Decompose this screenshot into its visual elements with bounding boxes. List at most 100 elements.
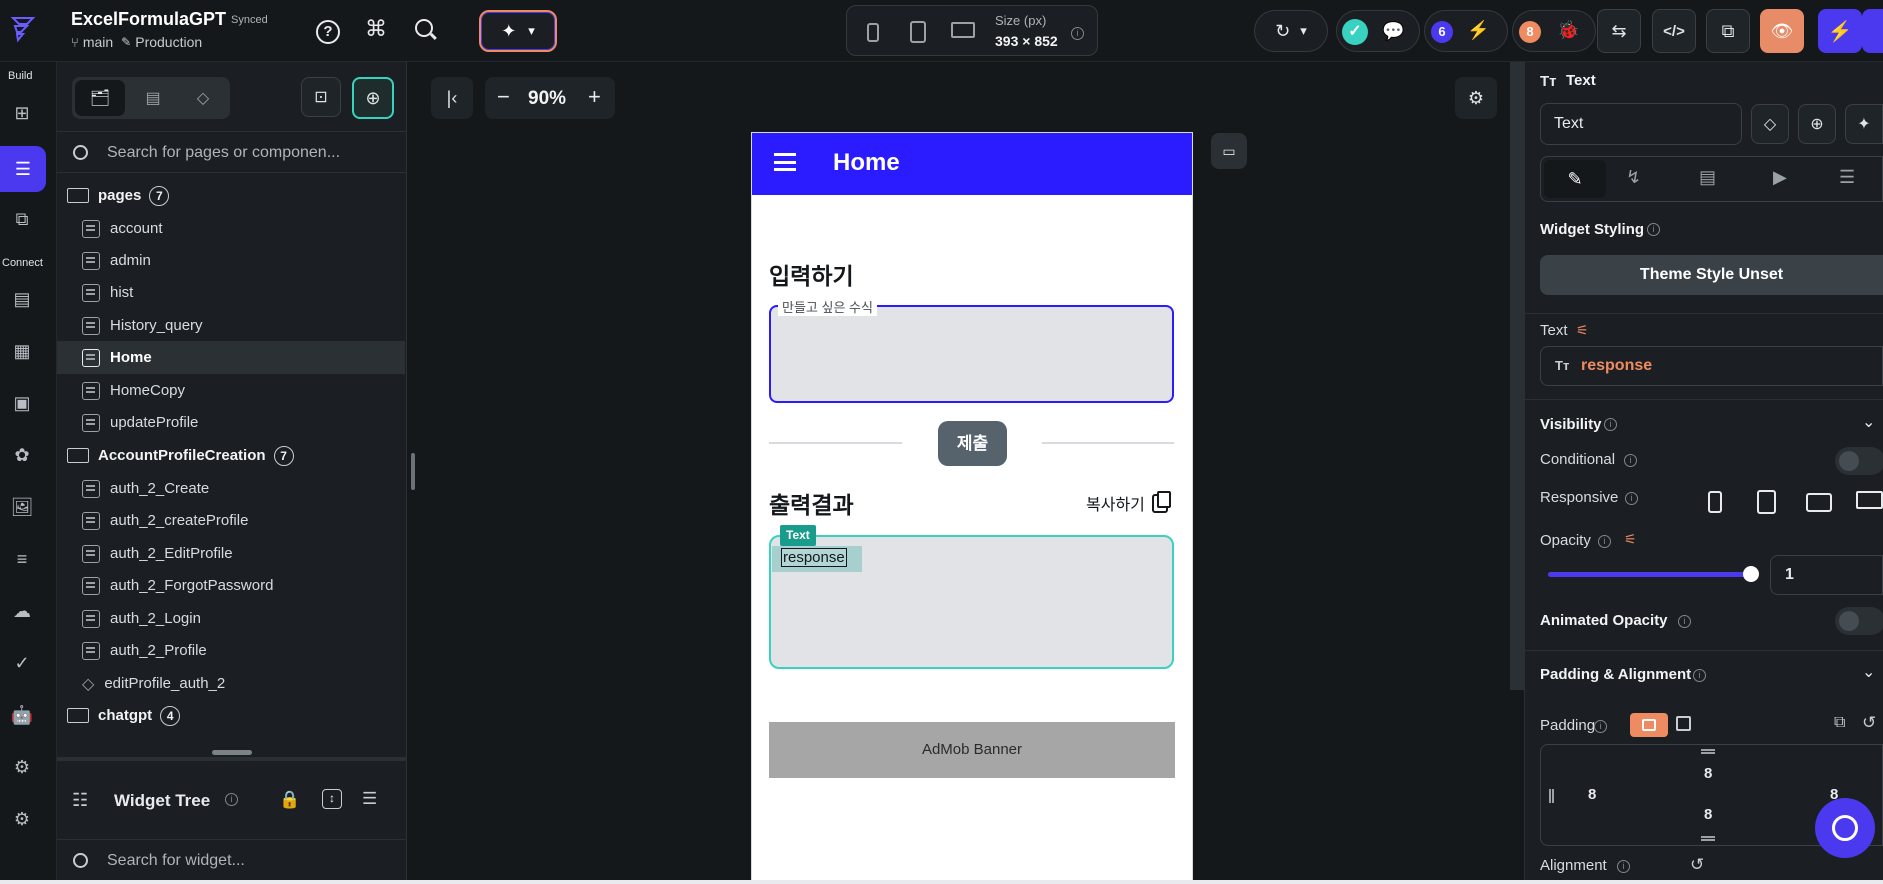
- ai-gen-dropdown[interactable]: ✦ ▾: [479, 10, 557, 52]
- convert-component-icon-button[interactable]: ⊕: [1798, 104, 1836, 144]
- animated-opacity-toggle[interactable]: [1835, 607, 1883, 635]
- ai-gen-icon-button[interactable]: ✦: [1845, 104, 1883, 144]
- custom-code-icon[interactable]: ≡: [7, 544, 37, 574]
- branch-name[interactable]: main: [83, 34, 113, 50]
- library-diamond-icon-button[interactable]: ◇: [1751, 104, 1789, 144]
- tests-icon[interactable]: ✓: [7, 648, 37, 678]
- page-item-hist[interactable]: hist: [57, 276, 407, 309]
- page-item-auth-editprofile[interactable]: auth_2_EditProfile: [57, 537, 407, 570]
- tablet-visibility-icon[interactable]: [1757, 490, 1776, 514]
- folder-pages[interactable]: pages 7: [57, 179, 407, 212]
- opacity-slider-thumb[interactable]: [1743, 566, 1759, 582]
- library-tab-icon[interactable]: ◇: [178, 80, 228, 116]
- canvas-settings-icon-button[interactable]: ⚙: [1455, 77, 1497, 119]
- text-value-field[interactable]: Tт response: [1540, 346, 1883, 386]
- help-icon[interactable]: ?: [316, 20, 340, 44]
- page-item-auth-create[interactable]: auth_2_Create: [57, 472, 407, 505]
- command-icon[interactable]: ⌘: [365, 16, 387, 42]
- canvas-scrollbar[interactable]: [1510, 62, 1524, 690]
- conditional-toggle[interactable]: [1835, 447, 1883, 475]
- copy-padding-icon[interactable]: ⧉: [1834, 714, 1845, 732]
- page-item-homecopy[interactable]: HomeCopy: [57, 374, 407, 407]
- tab-animations-icon[interactable]: ▶: [1773, 167, 1787, 188]
- padding-left-value[interactable]: 8: [1588, 786, 1596, 803]
- page-item-auth-login[interactable]: auth_2_Login: [57, 602, 407, 635]
- tab-actions-icon[interactable]: ↯: [1626, 167, 1641, 188]
- page-item-account[interactable]: account: [57, 212, 407, 245]
- components-tab-icon[interactable]: ▤: [128, 80, 178, 116]
- widget-name-input[interactable]: Text: [1540, 103, 1742, 145]
- response-text[interactable]: response: [781, 548, 847, 567]
- page-item-home[interactable]: Home: [57, 341, 405, 374]
- media-icon[interactable]: 🖼: [7, 492, 37, 522]
- page-item-history-query[interactable]: History_query: [57, 309, 407, 342]
- database-icon[interactable]: ▤: [7, 284, 37, 314]
- expand-collapse-icon[interactable]: ↕: [322, 789, 342, 809]
- bug-icon[interactable]: 🐞: [1557, 20, 1579, 41]
- panel-scrollbar[interactable]: [411, 453, 415, 490]
- phone-device-icon[interactable]: [867, 23, 879, 42]
- page-item-admin[interactable]: admin: [57, 244, 407, 277]
- add-widget-icon[interactable]: ⊞: [7, 98, 37, 128]
- api-calls-icon[interactable]: ▦: [7, 336, 37, 366]
- page-search-input[interactable]: Search for pages or componen...: [107, 144, 340, 162]
- folder-chatgpt[interactable]: chatgpt 4: [57, 699, 407, 732]
- opacity-value-input[interactable]: 1: [1770, 555, 1883, 595]
- flutterflow-logo-icon[interactable]: [9, 14, 39, 44]
- padding-top-value[interactable]: 8: [1704, 765, 1712, 782]
- layout-toggle-icon-button[interactable]: ▭: [1211, 133, 1247, 169]
- folder-accountprofilecreation[interactable]: AccountProfileCreation 7: [57, 439, 407, 472]
- tab-notes-icon[interactable]: ☰: [1839, 167, 1855, 188]
- theme-icon[interactable]: ✿: [7, 440, 37, 470]
- bind-variable-icon[interactable]: ⚟: [1576, 322, 1589, 339]
- cloud-icon[interactable]: ☁: [7, 596, 37, 626]
- lock-icon[interactable]: 🔒: [279, 790, 300, 810]
- open-external-icon-button[interactable]: ⧉: [1706, 9, 1750, 53]
- page-item-updateprofile[interactable]: updateProfile: [57, 406, 407, 439]
- padding-bottom-value[interactable]: 8: [1704, 806, 1712, 823]
- zoom-in-icon[interactable]: +: [588, 84, 601, 110]
- reset-alignment-icon[interactable]: ↺: [1690, 855, 1704, 875]
- agents-robot-icon[interactable]: 🤖: [7, 700, 37, 730]
- storyboard-icon[interactable]: ⧉: [7, 204, 37, 234]
- zoom-level[interactable]: 90%: [528, 88, 566, 110]
- check-status-icon[interactable]: ✓: [1342, 19, 1368, 45]
- tablet-landscape-visibility-icon[interactable]: [1806, 493, 1832, 512]
- support-chat-search-icon[interactable]: [1815, 798, 1875, 858]
- desktop-visibility-icon[interactable]: [1856, 491, 1883, 509]
- zoom-out-icon[interactable]: −: [497, 84, 510, 110]
- tab-backend-query-icon[interactable]: ▤: [1699, 167, 1716, 188]
- new-folder-icon-button[interactable]: ⊡: [301, 77, 341, 117]
- collapse-panel-icon-button[interactable]: |‹: [431, 77, 473, 119]
- padding-individual-icon[interactable]: [1676, 716, 1691, 731]
- size-value[interactable]: 393 × 852: [995, 33, 1058, 49]
- tablet-device-icon[interactable]: [910, 21, 926, 43]
- theme-style-button[interactable]: Theme Style Unset: [1540, 255, 1883, 295]
- integrations-icon[interactable]: ⚙: [7, 752, 37, 782]
- add-page-icon-button[interactable]: ⊕: [352, 77, 394, 119]
- app-state-icon[interactable]: ▣: [7, 388, 37, 418]
- panel-resize-handle[interactable]: [212, 750, 252, 755]
- lightning-list-icon[interactable]: ⚡: [1467, 20, 1489, 41]
- flow-icon-button[interactable]: ⇆: [1597, 9, 1641, 53]
- copy-icon[interactable]: [1157, 491, 1171, 508]
- run-lightning-icon-button[interactable]: ⚡: [1818, 9, 1862, 53]
- widget-search-input[interactable]: Search for widget...: [107, 852, 245, 870]
- more-icon-button[interactable]: [1862, 9, 1883, 53]
- tab-properties-icon[interactable]: ✎: [1544, 160, 1606, 198]
- chat-icon[interactable]: 💬: [1382, 21, 1404, 42]
- chevron-down-icon[interactable]: ⌄: [1862, 662, 1875, 682]
- page-item-auth-profile[interactable]: auth_2_Profile: [57, 634, 407, 667]
- padding-uniform-icon[interactable]: [1630, 713, 1668, 737]
- app-bar[interactable]: Home: [752, 133, 1192, 195]
- page-item-auth-createprofile[interactable]: auth_2_createProfile: [57, 504, 407, 537]
- submit-button[interactable]: 제출: [938, 421, 1007, 466]
- page-selector-icon[interactable]: ☰: [0, 146, 46, 192]
- chevron-down-icon[interactable]: ⌄: [1862, 412, 1875, 432]
- pages-tab-icon[interactable]: 🗂: [75, 80, 125, 116]
- project-title[interactable]: ExcelFormulaGPT: [71, 9, 226, 30]
- reset-padding-icon[interactable]: ↺: [1862, 713, 1876, 733]
- component-item-editprofile[interactable]: ◇ editProfile_auth_2: [57, 667, 407, 700]
- code-icon-button[interactable]: </>: [1652, 9, 1696, 53]
- environment-name[interactable]: Production: [135, 34, 202, 50]
